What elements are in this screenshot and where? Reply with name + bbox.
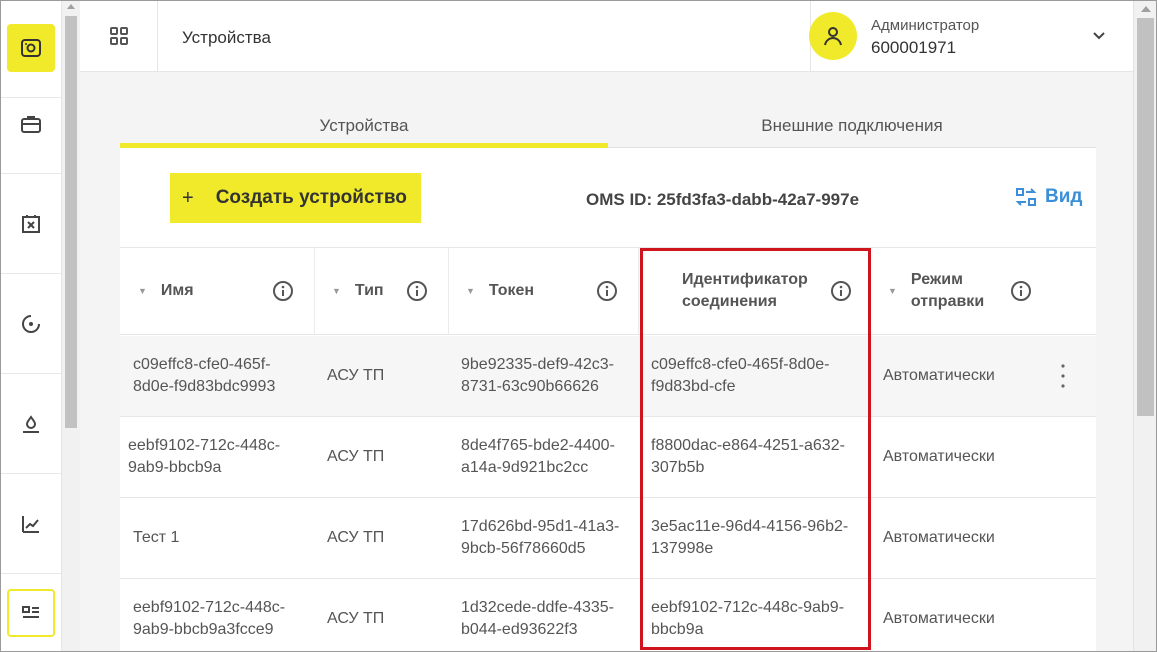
cell-type: АСУ ТП xyxy=(327,529,385,546)
cell-type: АСУ ТП xyxy=(327,610,385,627)
chevron-down-icon[interactable] xyxy=(1091,28,1107,44)
create-device-button[interactable]: + Создать устройство xyxy=(170,173,421,223)
cell-token: 17d626bd-95d1-41a3-9bcb-56f78660d5 xyxy=(461,518,620,557)
target-icon xyxy=(22,314,40,333)
cell-send-mode: Автоматически xyxy=(883,610,995,627)
tab-external-connections[interactable]: Внешние подключения xyxy=(608,108,1096,148)
trending-up-icon xyxy=(22,515,39,533)
cell-send-mode: Автоматически xyxy=(883,529,995,546)
briefcase-icon xyxy=(21,115,41,133)
page-title: Устройства xyxy=(182,28,271,47)
create-device-label: Создать устройство xyxy=(215,187,407,208)
devices-card: + Создать устройство OMS ID: 25fd3fa3-da… xyxy=(120,148,1096,652)
column-header-connection-id[interactable]: Идентификатор соединения xyxy=(682,248,870,334)
sort-arrow-icon[interactable]: ▼ xyxy=(888,280,897,302)
view-button[interactable]: Вид xyxy=(1015,186,1082,208)
cell-name: Тест 1 xyxy=(133,529,180,546)
tab-devices[interactable]: Устройства xyxy=(120,108,608,148)
user-role: Администратор xyxy=(871,17,980,34)
cell-type: АСУ ТП xyxy=(327,367,385,384)
column-header-name[interactable]: ▼ Имя xyxy=(138,248,314,334)
cell-name: c09effc8-cfe0-465f-8d0e-f9d83bdc9993 xyxy=(133,356,276,395)
water-drop-icon xyxy=(23,414,39,433)
table-row[interactable]: eebf9102-712c-448c-9ab9-bbcb9a АСУ ТП 8d… xyxy=(120,417,1096,498)
sort-arrow-icon[interactable]: ▼ xyxy=(466,280,475,302)
plus-icon: + xyxy=(182,186,194,209)
toolbar: + Создать устройство OMS ID: 25fd3fa3-da… xyxy=(120,148,1096,248)
calendar-cancel-icon xyxy=(22,214,40,233)
avatar xyxy=(809,12,857,60)
info-icon[interactable] xyxy=(406,280,428,302)
scroll-up-arrow-icon[interactable] xyxy=(67,4,75,9)
sidebar-scrollbar[interactable] xyxy=(62,0,80,652)
view-label: Вид xyxy=(1045,186,1083,207)
cell-connection-id: eebf9102-712c-448c-9ab9-bbcb9a xyxy=(651,599,845,638)
cell-connection-id: f8800dac-e864-4251-a632-307b5b xyxy=(651,437,845,476)
sidebar-item-water[interactable] xyxy=(0,374,62,474)
oms-id: OMS ID: 25fd3fa3-dabb-42a7-997e xyxy=(586,190,860,209)
cell-send-mode: Автоматически xyxy=(883,448,995,465)
sidebar-scroll-thumb[interactable] xyxy=(65,16,77,428)
table-header-row: ▼ Имя ▼ Тип ▼ Токен Идентификатор соедин… xyxy=(120,248,1096,335)
info-icon[interactable] xyxy=(596,280,618,302)
swap-view-icon xyxy=(1015,188,1037,206)
cell-token: 8de4f765-bde2-4400-a14a-9d921bc2cc xyxy=(461,437,615,476)
column-header-token[interactable]: ▼ Токен xyxy=(466,248,638,334)
column-header-type[interactable]: ▼ Тип xyxy=(332,248,448,334)
info-icon[interactable] xyxy=(1010,280,1032,302)
cell-connection-id: c09effc8-cfe0-465f-8d0e-f9d83bd-cfe xyxy=(651,356,830,395)
user-icon xyxy=(824,27,842,46)
sidebar-item-analytics[interactable] xyxy=(0,474,62,574)
sidebar-item-calendar[interactable] xyxy=(0,174,62,274)
sidebar-item-portfolio[interactable] xyxy=(0,74,62,174)
table-row[interactable]: Тест 1 АСУ ТП 17d626bd-95d1-41a3-9bcb-56… xyxy=(120,498,1096,579)
scroll-up-arrow-icon[interactable] xyxy=(1141,6,1151,12)
page-scroll-thumb[interactable] xyxy=(1137,18,1154,416)
user-menu[interactable]: Администратор 600001971 xyxy=(809,0,1133,72)
cell-type: АСУ ТП xyxy=(327,448,385,465)
table-row[interactable]: eebf9102-712c-448c-9ab9-bbcb9a3fcce9 АСУ… xyxy=(120,579,1096,652)
sort-arrow-icon[interactable]: ▼ xyxy=(138,280,147,302)
user-id: 600001971 xyxy=(871,38,957,57)
cell-name: eebf9102-712c-448c-9ab9-bbcb9a3fcce9 xyxy=(133,599,286,638)
cell-name: eebf9102-712c-448c-9ab9-bbcb9a xyxy=(128,437,281,476)
cell-send-mode: Автоматически xyxy=(883,367,995,384)
sidebar xyxy=(0,0,62,652)
cell-token: 9be92335-def9-42c3-8731-63c90b66626 xyxy=(461,356,615,395)
top-header: Устройства Администратор 600001971 xyxy=(80,0,1133,72)
cell-token: 1d32cede-ddfe-4335-b044-ed93622f3 xyxy=(461,599,615,638)
sidebar-item-target[interactable] xyxy=(0,274,62,374)
grid-icon xyxy=(109,27,128,45)
sort-arrow-icon[interactable]: ▼ xyxy=(332,280,341,302)
apps-grid-button[interactable] xyxy=(80,0,158,72)
sidebar-item-list[interactable] xyxy=(0,574,62,652)
device-settings-icon xyxy=(21,39,41,57)
page-scrollbar[interactable] xyxy=(1133,0,1157,652)
more-options-icon[interactable] xyxy=(1060,362,1066,390)
table-row[interactable]: c09effc8-cfe0-465f-8d0e-f9d83bdc9993 АСУ… xyxy=(120,336,1096,417)
cell-connection-id: 3e5ac11e-96d4-4156-96b2-137998e xyxy=(651,518,849,557)
tab-bar: Устройства Внешние подключения xyxy=(120,108,1096,148)
column-header-send-mode[interactable]: ▼ Режим отправки xyxy=(888,248,1096,334)
list-view-icon xyxy=(22,606,39,618)
info-icon[interactable] xyxy=(830,280,852,302)
info-icon[interactable] xyxy=(272,280,294,302)
